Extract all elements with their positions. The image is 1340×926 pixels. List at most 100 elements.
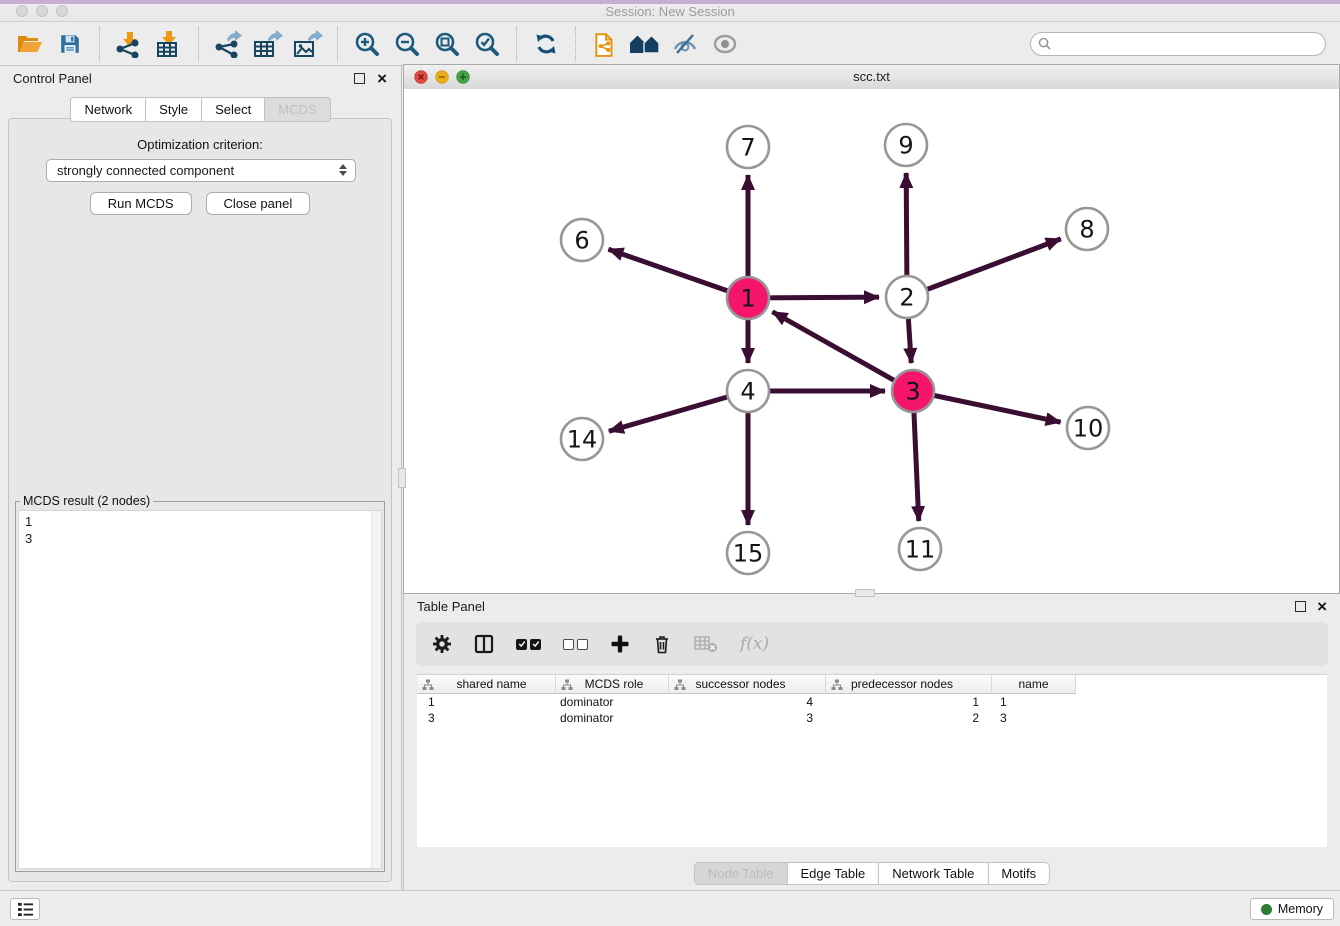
mcds-result-lines: 1 3 <box>19 511 381 549</box>
paired-houses-button[interactable] <box>629 26 661 62</box>
zoom-out-icon <box>394 31 420 57</box>
export-table-button[interactable] <box>252 26 284 62</box>
delete-table-icon <box>694 635 718 653</box>
cell-successor-nodes: 3 <box>669 711 826 725</box>
unselect-all-columns-button[interactable] <box>563 639 588 650</box>
export-table-icon <box>253 30 283 58</box>
tab-select[interactable]: Select <box>201 97 265 122</box>
result-scrollbar[interactable] <box>371 511 381 868</box>
zoom-fit-button[interactable] <box>431 26 463 62</box>
select-chevrons-icon <box>339 164 347 176</box>
criterion-selected-value: strongly connected component <box>57 163 234 178</box>
criterion-select[interactable]: strongly connected component <box>46 159 356 182</box>
mcds-result-box[interactable]: 1 3 <box>18 510 382 869</box>
toolbar-separator <box>575 27 576 61</box>
vertical-splitter-handle[interactable] <box>398 468 406 488</box>
toolbar-separator <box>516 27 517 61</box>
cyndex-button[interactable] <box>589 26 621 62</box>
import-table-button[interactable] <box>153 26 185 62</box>
close-panel-icon[interactable]: × <box>377 68 387 90</box>
gear-icon <box>432 634 452 654</box>
graph-node-label-7: 7 <box>740 134 755 162</box>
open-session-button[interactable] <box>14 26 46 62</box>
network-window-titlebar[interactable]: scc.txt <box>404 65 1339 90</box>
mcds-result-title: MCDS result (2 nodes) <box>20 494 153 508</box>
memory-label: Memory <box>1278 902 1323 916</box>
checked-box-icon <box>516 639 527 650</box>
open-folder-icon <box>17 33 43 55</box>
graph-node-label-10: 10 <box>1073 415 1104 443</box>
network-canvas[interactable]: 1234678910111415 <box>404 89 1339 593</box>
tab-node-table[interactable]: Node Table <box>694 862 788 885</box>
show-elements-button[interactable] <box>709 26 741 62</box>
mcds-result-line: 1 <box>25 513 375 530</box>
column-header-predecessor-nodes[interactable]: predecessor nodes <box>826 675 992 694</box>
columns-icon <box>474 634 494 654</box>
horizontal-splitter-handle[interactable] <box>855 589 875 597</box>
table-settings-button[interactable] <box>432 634 452 654</box>
cell-name: 3 <box>992 711 1076 725</box>
column-header-name[interactable]: name <box>992 675 1076 694</box>
trash-icon <box>652 634 672 654</box>
plus-icon <box>610 634 630 654</box>
run-mcds-button[interactable]: Run MCDS <box>90 192 192 215</box>
hide-elements-button[interactable] <box>669 26 701 62</box>
table-header-row: shared name MCDS role successor nodes <box>417 675 1327 694</box>
column-type-icon <box>674 679 686 691</box>
search-input[interactable] <box>1030 32 1326 56</box>
column-type-icon <box>561 679 573 691</box>
tab-network[interactable]: Network <box>70 97 146 122</box>
delete-table-button[interactable] <box>694 635 718 653</box>
tab-motifs[interactable]: Motifs <box>987 862 1050 885</box>
show-column-panel-button[interactable] <box>474 634 494 654</box>
tab-edge-table[interactable]: Edge Table <box>786 862 879 885</box>
zoom-in-button[interactable] <box>351 26 383 62</box>
cell-mcds-role: dominator <box>556 711 669 725</box>
select-all-columns-button[interactable] <box>516 639 541 650</box>
cell-shared-name: 3 <box>417 711 556 725</box>
tab-network-table[interactable]: Network Table <box>878 862 988 885</box>
zoom-selected-button[interactable] <box>471 26 503 62</box>
graph-edge-2-8[interactable] <box>907 239 1061 297</box>
export-image-button[interactable] <box>292 26 324 62</box>
tab-style[interactable]: Style <box>145 97 202 122</box>
export-network-button[interactable] <box>212 26 244 62</box>
column-type-icon <box>831 679 843 691</box>
close-panel-button[interactable]: Close panel <box>206 192 311 215</box>
graph-node-label-15: 15 <box>733 540 764 568</box>
table-panel: Table Panel × <box>403 594 1340 890</box>
column-header-successor-nodes[interactable]: successor nodes <box>669 675 826 694</box>
add-column-button[interactable] <box>610 634 630 654</box>
cell-successor-nodes: 4 <box>669 695 826 709</box>
import-network-button[interactable] <box>113 26 145 62</box>
graph-edge-3-1[interactable] <box>772 312 913 391</box>
table-panel-header: Table Panel × <box>404 594 1340 620</box>
save-session-button[interactable] <box>54 26 86 62</box>
houses-icon <box>629 33 661 55</box>
status-bar: Memory <box>0 890 1340 926</box>
toolbar-separator <box>198 27 199 61</box>
column-header-shared-name[interactable]: shared name <box>417 675 556 694</box>
float-panel-icon[interactable] <box>354 73 365 84</box>
function-builder-button[interactable]: f(x) <box>740 634 769 654</box>
network-document-icon <box>593 31 617 57</box>
table-row[interactable]: 3 dominator 3 2 3 <box>417 710 1327 726</box>
close-table-panel-icon[interactable]: × <box>1317 596 1327 618</box>
control-panel-title: Control Panel <box>13 71 92 86</box>
memory-button[interactable]: Memory <box>1250 898 1334 920</box>
mcds-action-buttons: Run MCDS Close panel <box>9 192 391 215</box>
tab-mcds[interactable]: MCDS <box>264 97 330 122</box>
float-table-panel-icon[interactable] <box>1295 601 1306 612</box>
export-network-icon <box>214 30 242 58</box>
cell-name: 1 <box>992 695 1076 709</box>
table-row[interactable]: 1 dominator 4 1 1 <box>417 694 1327 710</box>
table-panel-title: Table Panel <box>417 599 485 614</box>
zoom-out-button[interactable] <box>391 26 423 62</box>
column-header-mcds-role[interactable]: MCDS role <box>556 675 669 694</box>
toolbar-search <box>1030 32 1326 56</box>
refresh-view-button[interactable] <box>530 26 562 62</box>
search-icon <box>1038 37 1051 50</box>
task-history-button[interactable] <box>10 898 40 920</box>
delete-column-button[interactable] <box>652 634 672 654</box>
graph-edge-3-10[interactable] <box>913 391 1061 422</box>
